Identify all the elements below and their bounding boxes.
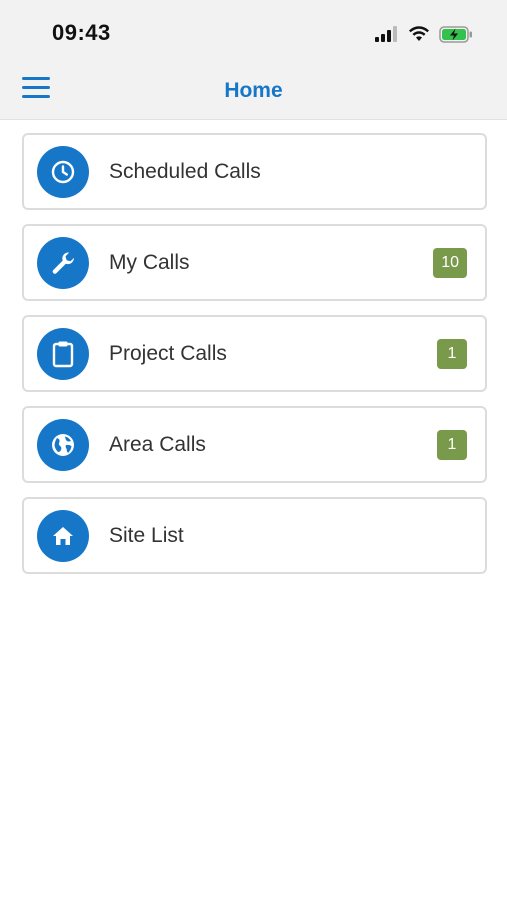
menu-item-label: Scheduled Calls [109,160,261,183]
menu-item-label: Site List [109,524,184,547]
wifi-icon [409,26,429,41]
status-bar: 09:43 [0,0,507,62]
menu-item-project-calls[interactable]: Project Calls 1 [22,315,487,392]
menu-item-label: My Calls [109,251,190,274]
clock-icon [37,146,89,198]
wrench-icon [37,237,89,289]
globe-icon [37,419,89,471]
status-time: 09:43 [52,20,111,45]
menu-item-site-list[interactable]: Site List [22,497,487,574]
menu-item-label: Area Calls [109,433,206,456]
status-icons [375,22,473,46]
count-badge: 1 [437,339,467,369]
app-header: Home [0,62,507,120]
menu-item-label: Project Calls [109,342,227,365]
count-badge: 10 [433,248,467,278]
home-menu-list: Scheduled Calls My Calls 10 Project Call… [22,133,487,588]
count-badge: 1 [437,430,467,460]
menu-item-my-calls[interactable]: My Calls 10 [22,224,487,301]
menu-item-scheduled-calls[interactable]: Scheduled Calls [22,133,487,210]
battery-charging-icon [439,25,472,43]
clipboard-icon [37,328,89,380]
home-icon [37,510,89,562]
page-title: Home [224,79,283,102]
signal-icon [375,26,397,42]
menu-item-area-calls[interactable]: Area Calls 1 [22,406,487,483]
